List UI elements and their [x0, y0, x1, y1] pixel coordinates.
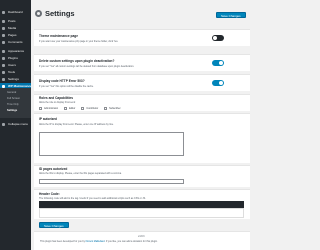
sidebar-item-label: Tools: [8, 70, 16, 74]
roles-checkbox-group: Administrator Editor Contributor Subscri…: [39, 107, 121, 110]
setting-description: Allow the role to display Front-end: [39, 101, 76, 104]
setting-theme-page: Theme maintenance page If you want use y…: [34, 29, 250, 46]
sidebar-item-label: Appearance: [8, 49, 25, 53]
setting-header-code: Header Code: The following code will add…: [34, 189, 250, 219]
sidebar-item-label: Plugins: [8, 56, 18, 60]
plugin-icon: [2, 56, 5, 60]
checkbox-label: Subscriber: [109, 107, 121, 110]
sidebar-item-label: Dashboard: [8, 10, 23, 14]
sidebar-item-settings[interactable]: Settings: [0, 76, 31, 82]
submenu-item-general[interactable]: General: [7, 91, 16, 94]
setting-description: If you set "Yes" this option will be dis…: [39, 85, 94, 88]
sidebar-item-label: Posts: [8, 19, 16, 23]
role-subscriber[interactable]: Subscriber: [104, 107, 121, 110]
submenu-item-settings[interactable]: Settings: [7, 109, 17, 112]
sidebar-item-label: Settings: [8, 77, 19, 81]
sidebar-submenu: General Full Screen Time Only Settings: [0, 88, 31, 118]
setting-label: Delete custom settings upon plugin deact…: [39, 59, 115, 63]
setting-ip-autorized: IP autorized Allow the IP to display Fro…: [34, 113, 250, 163]
comments-icon: [2, 40, 5, 44]
toggle-knob: [213, 36, 217, 40]
sidebar-item-label: Media: [8, 26, 17, 30]
setting-label: Theme maintenance page: [39, 34, 78, 38]
media-icon: [2, 26, 5, 30]
setting-description: Allow the IDs to display. Please, enter …: [39, 172, 122, 175]
sidebar-item-dashboard[interactable]: Dashboard: [0, 9, 31, 15]
pin-icon: [2, 19, 5, 23]
collapse-icon: [2, 122, 5, 126]
checkbox-label: Editor: [69, 107, 76, 110]
sidebar-item-plugins[interactable]: Plugins: [0, 55, 31, 61]
role-editor[interactable]: Editor: [64, 107, 75, 110]
submenu-item-full-screen[interactable]: Full Screen: [7, 97, 20, 100]
http-503-toggle[interactable]: [212, 80, 224, 86]
users-icon: [2, 63, 5, 67]
delete-settings-toggle[interactable]: [212, 60, 224, 66]
brush-icon: [2, 49, 5, 53]
setting-description: If you set "Yes" all custom settings wil…: [39, 65, 135, 68]
settings-icon: [2, 77, 5, 81]
pages-icon: [2, 33, 5, 37]
checkbox[interactable]: [104, 107, 108, 110]
footer-credit: This plugin has been developed for you b…: [40, 240, 158, 243]
toggle-knob: [219, 81, 223, 85]
sidebar-item-label: Pages: [8, 33, 17, 37]
page-title: Settings: [45, 9, 75, 18]
sidebar-item-pages[interactable]: Pages: [0, 32, 31, 38]
sidebar-item-tools[interactable]: Tools: [0, 69, 31, 75]
setting-id-pages: ID pages autorized Allow the IDs to disp…: [34, 165, 250, 187]
checkbox[interactable]: [64, 107, 68, 110]
setting-label: Header Code:: [39, 192, 60, 196]
sidebar-item-label: Users: [8, 63, 16, 67]
sidebar-item-posts[interactable]: Posts: [0, 18, 31, 24]
author-link[interactable]: Florent Maillefaud: [86, 240, 105, 243]
toggle-knob: [219, 61, 223, 65]
role-administrator[interactable]: Administrator: [39, 107, 58, 110]
setting-description: Allow the IP to display Front-end. Pleas…: [39, 123, 114, 126]
save-changes-button-bottom[interactable]: Save Changes: [39, 222, 69, 228]
checkbox-label: Contributor: [86, 107, 99, 110]
setting-label: IP autorized: [39, 117, 58, 121]
footer-text-suffix: . If you like, you can add a donation fo…: [104, 240, 158, 243]
save-changes-button-top[interactable]: Save Changes: [216, 12, 246, 18]
header-code-editor[interactable]: [39, 208, 244, 218]
setting-label: Roles and Capabilities: [39, 96, 74, 100]
dashboard-icon: [2, 10, 5, 14]
gear-icon: [35, 10, 42, 17]
setting-http-503: Display code HTTP Error 503? If you set …: [34, 74, 250, 91]
collapse-menu-button[interactable]: Collapse menu: [0, 121, 31, 127]
main-content: Settings Save Changes Theme maintenance …: [31, 0, 250, 250]
checkbox[interactable]: [39, 107, 42, 110]
checkbox[interactable]: [81, 107, 85, 110]
setting-roles: Roles and Capabilities Allow the role to…: [34, 94, 250, 111]
submenu-item-time-only[interactable]: Time Only: [7, 103, 19, 106]
setting-label: ID pages autorized: [39, 167, 68, 171]
id-pages-input[interactable]: [39, 179, 184, 184]
sidebar-item-comments[interactable]: Comments: [0, 39, 31, 45]
wrench-icon: [2, 70, 5, 74]
wp-admin-screen: Dashboard Posts Media Pages Comments App…: [0, 0, 250, 250]
setting-delete-settings: Delete custom settings upon plugin deact…: [34, 54, 250, 71]
theme-page-toggle[interactable]: [212, 35, 224, 41]
checkbox-label: Administrator: [44, 107, 59, 110]
admin-sidebar: Dashboard Posts Media Pages Comments App…: [0, 0, 31, 250]
collapse-menu-label: Collapse menu: [8, 122, 29, 126]
sidebar-item-label: Comments: [8, 40, 23, 44]
plugin-footer: v4.8.3 This plugin has been developed fo…: [34, 231, 250, 250]
ip-autorized-textarea[interactable]: [39, 132, 184, 156]
setting-description: The following code will add to the tag. …: [39, 197, 146, 200]
role-contributor[interactable]: Contributor: [81, 107, 98, 110]
sidebar-item-media[interactable]: Media: [0, 25, 31, 31]
setting-label: Display code HTTP Error 503?: [39, 79, 85, 83]
footer-text-prefix: This plugin has been developed for you b…: [40, 240, 86, 243]
sidebar-item-users[interactable]: Users: [0, 62, 31, 68]
header-code-editor-toolbar: [39, 201, 244, 208]
sidebar-item-appearance[interactable]: Appearance: [0, 48, 31, 54]
setting-description: If you want use your maintenance.php pag…: [39, 40, 119, 43]
plugin-version: v4.8.3: [138, 235, 145, 238]
